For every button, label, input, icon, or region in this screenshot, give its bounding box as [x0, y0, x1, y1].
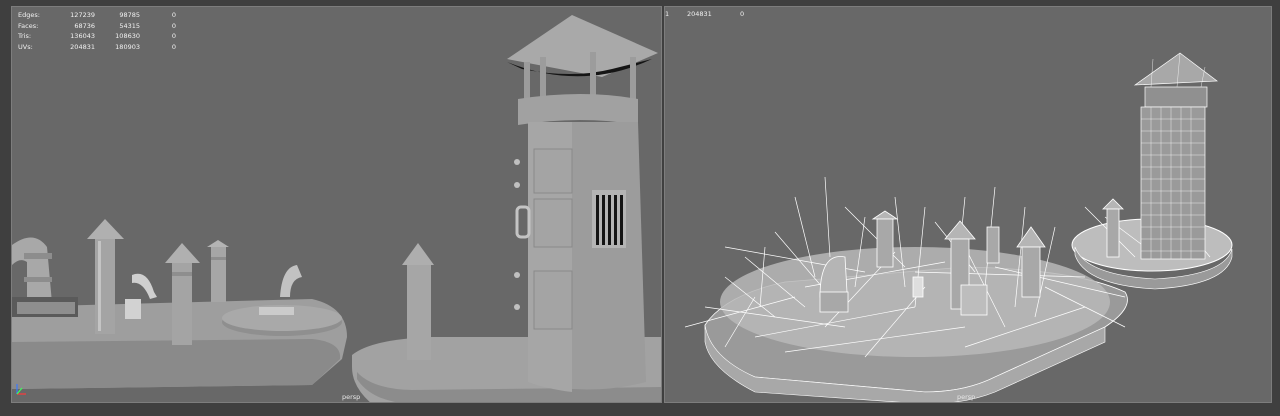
hud-row-edges: Edges: 127239 98785 0 — [18, 11, 176, 19]
hud-row-faces: Faces: 68736 54315 0 — [18, 21, 176, 30]
viewport-wireframe[interactable]: 1 204831 0 persp — [664, 6, 1272, 403]
camera-label-right: persp — [957, 393, 976, 401]
viewport-shaded[interactable]: Edges: 127239 98785 0 Faces: 68736 54315… — [11, 6, 662, 403]
hud-row-uvs: UVs: 204831 180903 0 — [18, 42, 176, 51]
poly-count-hud: Edges: 127239 98785 0 Faces: 68736 54315… — [18, 10, 176, 52]
hud-row-tris: Tris: 136043 108630 0 — [18, 32, 176, 40]
app-frame: Edges: 127239 98785 0 Faces: 68736 54315… — [0, 0, 1280, 416]
wireframe-scene — [684, 52, 1233, 402]
camera-label: persp — [342, 393, 361, 401]
shaded-scene — [12, 15, 661, 402]
